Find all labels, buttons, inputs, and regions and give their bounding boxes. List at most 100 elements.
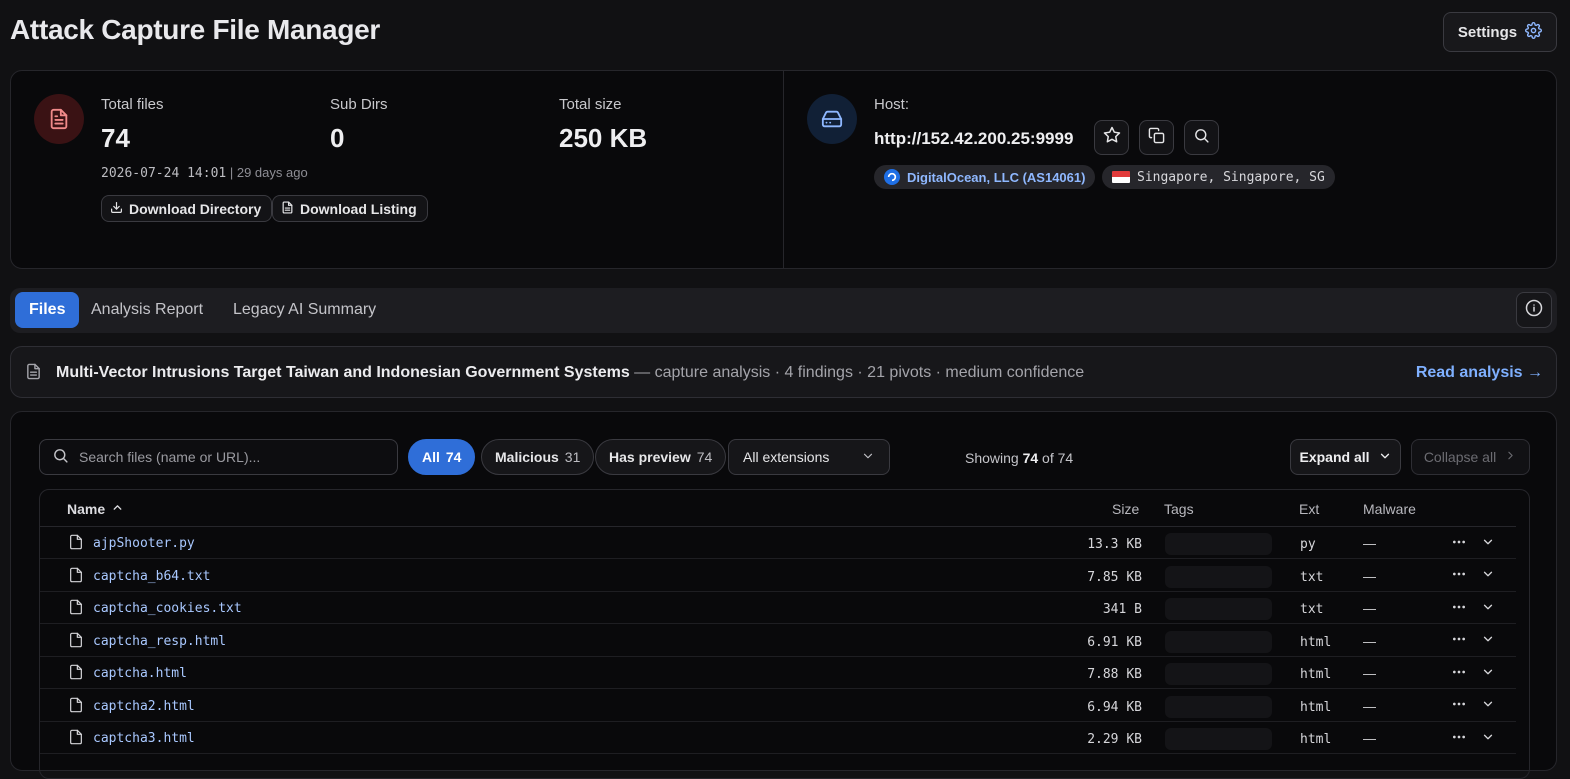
file-name[interactable]: captcha3.html	[93, 731, 195, 746]
settings-button[interactable]: Settings	[1443, 12, 1557, 52]
filter-malicious[interactable]: Malicious 31	[481, 439, 595, 475]
file-ext: html	[1300, 634, 1332, 650]
more-actions-button[interactable]	[1449, 598, 1469, 618]
tags-placeholder	[1165, 630, 1272, 653]
more-actions-button[interactable]	[1449, 696, 1469, 716]
column-tags: Tags	[1164, 501, 1194, 517]
search-field[interactable]	[39, 439, 398, 475]
more-actions-button[interactable]	[1449, 631, 1469, 651]
file-name-cell[interactable]: captcha_cookies.txt	[68, 598, 242, 619]
filter-all[interactable]: All 74	[408, 439, 476, 475]
file-name[interactable]: captcha_b64.txt	[93, 569, 210, 584]
banner-title: Multi-Vector Intrusions Target Taiwan an…	[56, 364, 630, 381]
info-button[interactable]	[1516, 292, 1552, 328]
more-actions-button[interactable]	[1449, 663, 1469, 683]
file-name-cell[interactable]: captcha.html	[68, 663, 187, 684]
more-actions-button[interactable]	[1449, 566, 1469, 586]
geo-chip[interactable]: Singapore, Singapore, SG	[1102, 165, 1335, 189]
expand-row-button[interactable]	[1478, 566, 1498, 586]
expand-row-button[interactable]	[1478, 631, 1498, 651]
table-header: Name Size Tags Ext Malware	[40, 490, 1516, 527]
download-listing-button[interactable]: Download Listing	[272, 195, 428, 222]
expand-all-button[interactable]: Expand all	[1290, 439, 1401, 475]
table-row[interactable]: captcha_b64.txt 7.85 KB txt —	[40, 560, 1516, 592]
stat-sub-dirs: Sub Dirs 0	[330, 96, 388, 154]
asn-chip[interactable]: DigitalOcean, LLC (AS14061)	[874, 165, 1096, 189]
tab-files[interactable]: Files	[15, 292, 80, 328]
file-name-cell[interactable]: captcha_b64.txt	[68, 566, 210, 587]
asn-label: DigitalOcean, LLC (AS14061)	[907, 169, 1086, 185]
more-actions-button[interactable]	[1449, 728, 1469, 748]
lookup-host-button[interactable]	[1184, 120, 1219, 155]
table-row[interactable]: captcha.html 7.88 KB html —	[40, 657, 1516, 689]
files-panel: All 74 Malicious 31 Has preview 74 All e…	[10, 411, 1557, 779]
file-size: 7.88 KB	[1087, 667, 1142, 682]
file-name-cell[interactable]: ajpShooter.py	[68, 533, 195, 554]
file-name[interactable]: captcha_cookies.txt	[93, 601, 242, 616]
expand-row-button[interactable]	[1478, 663, 1498, 683]
analysis-banner[interactable]: Multi-Vector Intrusions Target Taiwan an…	[10, 346, 1557, 398]
showing-number: 74	[1022, 450, 1039, 466]
file-name[interactable]: ajpShooter.py	[93, 536, 195, 551]
file-text-icon	[34, 94, 84, 144]
tab-legacy-ai-summary[interactable]: Legacy AI Summary	[219, 292, 390, 328]
showing-suffix: of 74	[1038, 450, 1074, 466]
copy-url-button[interactable]	[1139, 120, 1174, 155]
download-icon	[110, 201, 123, 217]
file-name[interactable]: captcha.html	[93, 666, 187, 681]
column-malware[interactable]: Malware	[1363, 501, 1416, 517]
table-row[interactable]: captcha3.html 2.29 KB html —	[40, 722, 1516, 754]
filter-has-preview[interactable]: Has preview 74	[595, 439, 727, 475]
column-size[interactable]: Size	[1112, 501, 1139, 517]
file-name-cell[interactable]: captcha3.html	[68, 728, 195, 749]
favorite-button[interactable]	[1094, 120, 1129, 155]
download-directory-label: Download Directory	[129, 200, 262, 217]
file-ext: html	[1300, 667, 1332, 682]
file-size: 13.3 KB	[1087, 537, 1142, 552]
chevron-down-icon	[1481, 632, 1495, 649]
collapse-all-button[interactable]: Collapse all	[1411, 439, 1530, 475]
file-table: Name Size Tags Ext Malware ajpShooter.py…	[39, 489, 1530, 779]
tags-placeholder	[1165, 565, 1272, 588]
extension-select[interactable]: All extensions	[728, 439, 890, 475]
download-directory-button[interactable]: Download Directory	[101, 195, 273, 222]
more-horizontal-icon	[1451, 599, 1467, 618]
subdirs-value: 0	[330, 123, 345, 153]
expand-row-button[interactable]	[1478, 728, 1498, 748]
table-row[interactable]: captcha2.html 6.94 KB html —	[40, 690, 1516, 722]
more-horizontal-icon	[1451, 729, 1467, 748]
view-tabs: Files Analysis Report Legacy AI Summary	[10, 288, 1557, 333]
read-analysis-link[interactable]: Read analysis →	[1416, 364, 1543, 382]
filter-malicious-label: Malicious	[495, 449, 559, 465]
copy-icon	[1148, 127, 1165, 149]
file-name-cell[interactable]: captcha_resp.html	[68, 631, 226, 652]
file-name[interactable]: captcha2.html	[93, 699, 195, 714]
file-size: 6.94 KB	[1087, 699, 1142, 715]
table-row[interactable]: ajpShooter.py 13.3 KB py —	[40, 527, 1516, 559]
file-name-cell[interactable]: captcha2.html	[68, 696, 195, 717]
expand-row-button[interactable]	[1478, 598, 1498, 618]
file-name[interactable]: captcha_resp.html	[93, 634, 226, 649]
star-icon	[1103, 126, 1121, 149]
app-header: Attack Capture File Manager Settings	[0, 0, 1570, 64]
expand-row-button[interactable]	[1478, 696, 1498, 716]
banner-meta: — capture analysis · 4 findings · 21 piv…	[629, 364, 1085, 381]
expand-all-label: Expand all	[1299, 449, 1370, 465]
file-icon	[68, 631, 84, 652]
file-icon	[68, 566, 84, 587]
table-row[interactable]: captcha_cookies.txt 341 B txt —	[40, 592, 1516, 624]
column-name[interactable]: Name	[67, 501, 124, 517]
search-input[interactable]	[79, 449, 379, 465]
filter-malicious-count: 31	[564, 449, 581, 465]
tab-analysis-report[interactable]: Analysis Report	[77, 292, 217, 328]
more-actions-button[interactable]	[1449, 533, 1469, 553]
file-size: 341 B	[1102, 602, 1142, 617]
geo-label: Singapore, Singapore, SG	[1137, 169, 1325, 185]
expand-row-button[interactable]	[1478, 533, 1498, 553]
subdirs-label: Sub Dirs	[330, 96, 388, 113]
malware-status: —	[1363, 731, 1376, 746]
file-ext: html	[1300, 699, 1332, 715]
column-ext[interactable]: Ext	[1299, 501, 1319, 517]
table-row[interactable]: captcha_resp.html 6.91 KB html —	[40, 625, 1516, 657]
malware-status: —	[1363, 633, 1376, 649]
